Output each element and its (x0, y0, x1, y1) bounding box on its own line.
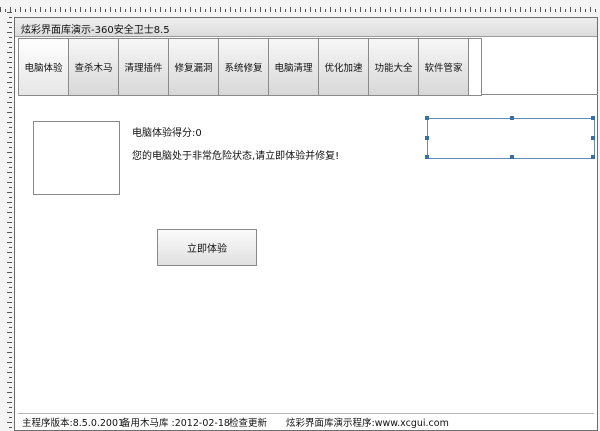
vertical-ruler (0, 12, 12, 431)
resize-handle[interactable] (591, 155, 595, 159)
horizontal-ruler (0, 0, 600, 12)
check-now-button[interactable]: 立即体验 (157, 229, 257, 266)
app-window: 炫彩界面库演示-360安全卫士8.5 电脑体验 查杀木马 清理插件 修复漏洞 系… (14, 17, 598, 431)
resize-handle[interactable] (425, 116, 429, 120)
tab-features[interactable]: 功能大全 (369, 39, 419, 95)
tab-optimize[interactable]: 优化加速 (319, 39, 369, 95)
toolbar: 电脑体验 查杀木马 清理插件 修复漏洞 系统修复 电脑清理 优化加速 功能大全 … (18, 38, 482, 96)
check-update-link[interactable]: 检查更新 (229, 415, 267, 429)
tab-pc-checkup[interactable]: 电脑体验 (19, 39, 69, 95)
tab-software-manager[interactable]: 软件管家 (419, 39, 469, 95)
tab-trojan-scan[interactable]: 查杀木马 (69, 39, 119, 95)
version-label: 主程序版本:8.5.0.2001 (22, 418, 125, 429)
resize-handle[interactable] (425, 136, 429, 140)
resize-handle[interactable] (510, 116, 514, 120)
tab-system-repair[interactable]: 系统修复 (219, 39, 269, 95)
status-bar: 主程序版本:8.5.0.2001 备用木马库 :2012-02-18 检查更新 … (18, 413, 594, 429)
resize-handle[interactable] (425, 155, 429, 159)
score-label: 电脑体验得分:0 (132, 128, 202, 139)
selected-element-outline[interactable] (425, 116, 595, 159)
toolbar-divider (481, 94, 598, 95)
trojan-db-label: 备用木马库 :2012-02-18 (121, 418, 230, 429)
tab-plugin-cleanup[interactable]: 清理插件 (119, 39, 169, 95)
tab-pc-cleanup[interactable]: 电脑清理 (269, 39, 319, 95)
score-image-placeholder (33, 121, 120, 195)
resize-handle[interactable] (591, 136, 595, 140)
resize-handle[interactable] (510, 155, 514, 159)
title-bar[interactable]: 炫彩界面库演示-360安全卫士8.5 (15, 18, 597, 37)
resize-handle[interactable] (591, 116, 595, 120)
window-title: 炫彩界面库演示-360安全卫士8.5 (21, 25, 170, 36)
status-message: 您的电脑处于非常危险状态,请立即体验并修复! (132, 151, 340, 162)
tab-fix-vulnerabilities[interactable]: 修复漏洞 (169, 39, 219, 95)
demo-program-label: 炫彩界面库演示程序:www.xcgui.com (286, 418, 449, 429)
